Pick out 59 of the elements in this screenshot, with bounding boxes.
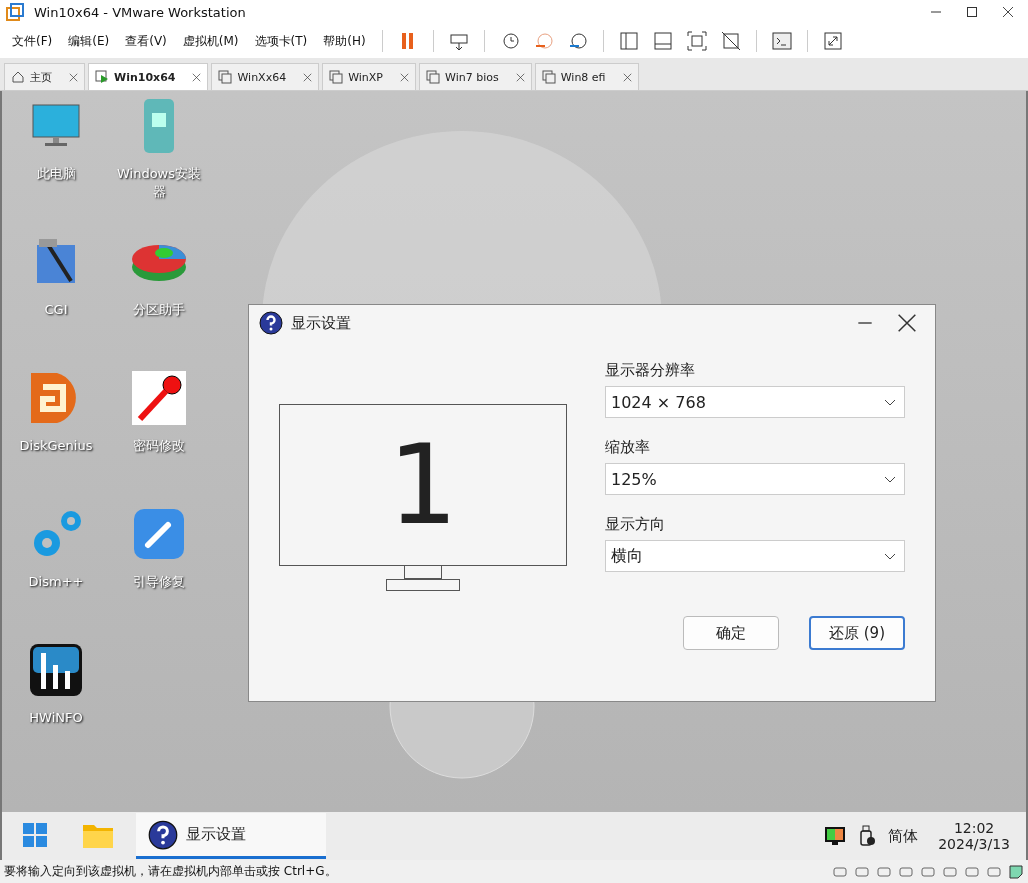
tab[interactable]: Win7 bios — [419, 63, 532, 90]
shortcut-label: HWiNFO — [28, 709, 84, 727]
app-logo-icon — [6, 3, 24, 21]
help-icon — [148, 819, 178, 850]
app-label: 显示设置 — [186, 825, 246, 844]
shortcut-label: Dism++ — [27, 573, 85, 591]
maximize-icon[interactable] — [966, 6, 978, 18]
tab[interactable]: WinXP — [322, 63, 416, 90]
dropdown[interactable]: 横向 — [605, 540, 905, 572]
panel-icon[interactable] — [651, 30, 674, 52]
menu-item[interactable]: 文件(F) — [6, 32, 59, 50]
message-icon[interactable] — [1008, 863, 1024, 880]
help-icon — [259, 311, 283, 335]
shortcut-label: CGI — [43, 301, 69, 319]
fullscreen-icon[interactable] — [685, 30, 708, 52]
unity-icon[interactable] — [719, 30, 742, 52]
shortcut-label: 分区助手 — [132, 301, 186, 319]
field-label: 显示器分辨率 — [605, 361, 696, 380]
shortcut-label: 此电脑 — [35, 165, 77, 183]
stretch-icon[interactable] — [821, 30, 844, 52]
status-message: 要将输入定向到该虚拟机，请在虚拟机内部单击或按 Ctrl+G。 — [4, 863, 338, 880]
console-icon[interactable] — [770, 30, 793, 52]
clock[interactable]: 12:02 2024/3/13 — [930, 820, 1018, 852]
tab[interactable]: Win8 efi — [534, 63, 639, 90]
key-icon — [130, 369, 188, 427]
tab[interactable]: Win10x64 — [88, 63, 209, 90]
shortcut-label: 引导修复 — [132, 573, 186, 591]
tab[interactable]: WinXx64 — [211, 63, 320, 90]
dropdown[interactable]: 1024 × 768 — [605, 386, 905, 418]
menu-item[interactable]: 选项卡(T) — [248, 32, 314, 50]
menu-item[interactable]: 编辑(E) — [62, 32, 116, 50]
color-monitor-icon[interactable] — [824, 825, 847, 847]
home-icon — [11, 70, 25, 84]
field-label: 缩放率 — [605, 438, 651, 457]
menu-item[interactable]: 查看(V) — [119, 32, 173, 50]
vm-running-icon — [95, 70, 109, 84]
menu-item[interactable]: 帮助(H) — [317, 32, 372, 50]
window-title: Win10x64 - VMware Workstation — [34, 4, 247, 20]
vm-icon — [426, 70, 440, 84]
dialog-title: 显示设置 — [291, 313, 352, 333]
usb-drive-icon[interactable] — [858, 825, 877, 847]
taskbar-app-button[interactable]: 显示设置 — [136, 813, 326, 859]
vm-icon — [541, 70, 556, 84]
dropdown[interactable]: 125% — [605, 463, 905, 495]
bar-chart-app-icon — [27, 641, 85, 699]
dialog-button[interactable]: 确定 — [683, 616, 779, 650]
dialog-button[interactable]: 还原 (9) — [809, 616, 905, 650]
input-language[interactable]: 简体 — [888, 826, 919, 846]
vm-icon — [218, 70, 233, 84]
tab[interactable]: 主页 — [4, 63, 85, 90]
menu-item[interactable]: 虚拟机(M) — [176, 32, 245, 50]
vm-icon — [329, 70, 344, 84]
close-icon[interactable] — [897, 313, 917, 333]
sidebar-icon[interactable] — [617, 30, 640, 52]
field-label: 显示方向 — [605, 515, 666, 534]
close-icon[interactable] — [1002, 6, 1014, 18]
windows-logo-icon — [22, 821, 48, 848]
shortcut-label: DiskGenius — [18, 437, 94, 455]
monitor-number: 1 — [388, 421, 458, 549]
